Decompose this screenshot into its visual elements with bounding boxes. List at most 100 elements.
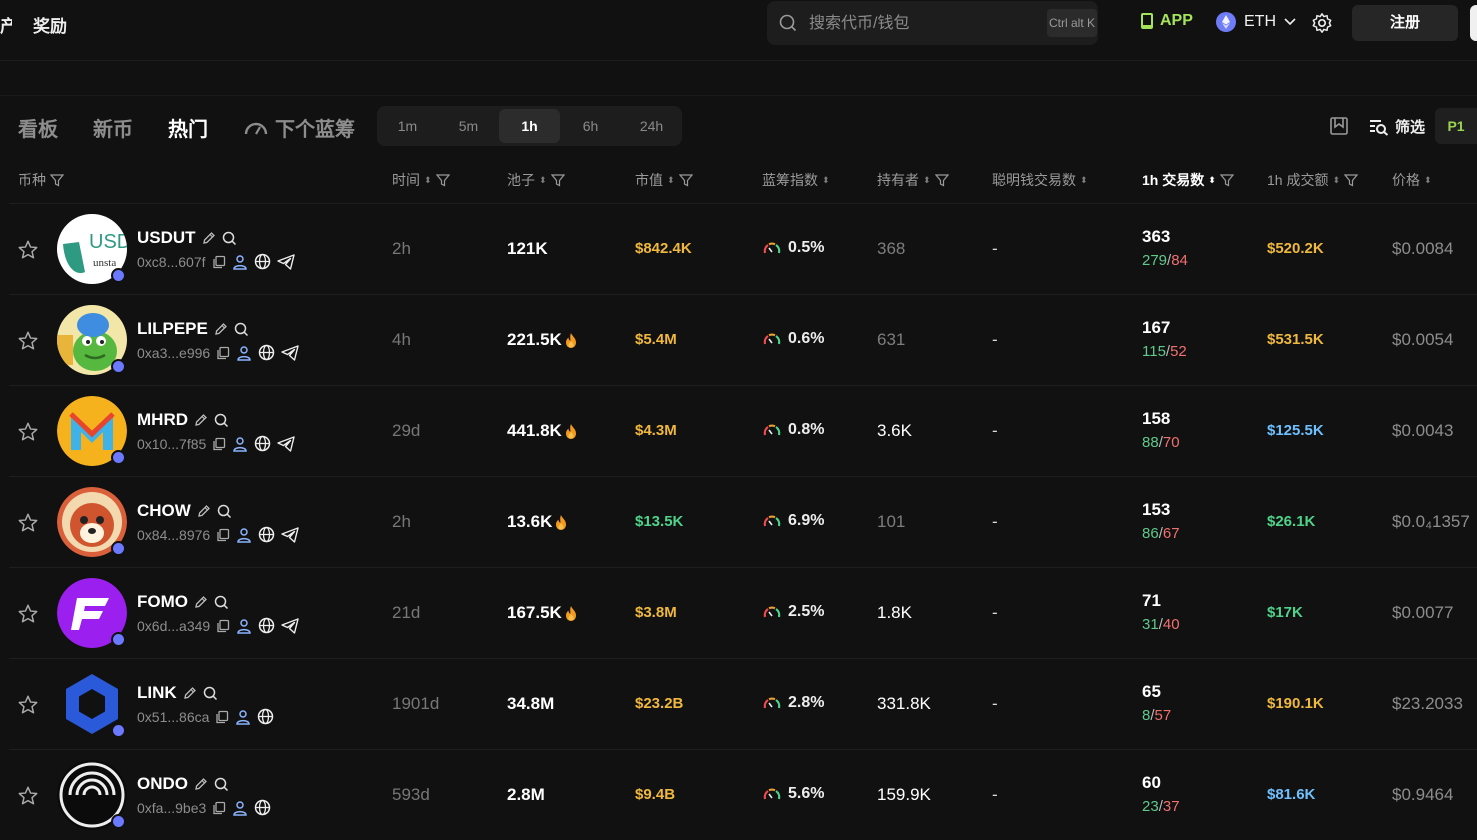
table-row[interactable]: USD unsta USDUT 0xc8...607f 2h 121K $842.… [9, 203, 1477, 294]
table-row[interactable]: MHRD 0x10...7f85 29d 441.8K $4.3M 0.8% 3… [9, 385, 1477, 476]
token-symbol[interactable]: LINK [137, 683, 177, 703]
tab-dashboard[interactable]: 看板 [18, 113, 58, 142]
sort-icon[interactable]: ⬍ [923, 175, 931, 185]
token-symbol[interactable]: ONDO [137, 774, 188, 794]
search-icon[interactable] [214, 777, 229, 792]
table-row[interactable]: CHOW 0x84...8976 2h 13.6K $13.5K 6.9% 10… [9, 476, 1477, 567]
copy-icon[interactable] [215, 710, 229, 724]
copy-icon[interactable] [216, 528, 230, 542]
token-symbol-group[interactable]: ONDO [137, 774, 229, 794]
user-icon[interactable] [235, 709, 251, 725]
user-icon[interactable] [236, 618, 252, 634]
filter-button[interactable]: 筛选 [1369, 116, 1425, 137]
copy-icon[interactable] [212, 437, 226, 451]
sort-icon[interactable]: ⬍ [667, 175, 675, 185]
token-address[interactable]: 0x6d...a349 [137, 618, 210, 634]
timeframe-6h[interactable]: 6h [560, 109, 621, 143]
token-symbol[interactable]: CHOW [137, 501, 191, 521]
star-icon[interactable] [17, 330, 39, 352]
nav-item-cut[interactable]: 产 [0, 12, 12, 37]
app-download-link[interactable]: APP [1140, 12, 1193, 30]
globe-icon[interactable] [254, 799, 271, 816]
search-input[interactable] [807, 11, 1031, 37]
user-icon[interactable] [236, 345, 252, 361]
column-price[interactable]: 价格 ⬍ [1392, 170, 1432, 190]
signup-button[interactable]: 注册 [1352, 5, 1458, 41]
token-symbol-group[interactable]: USDUT [137, 228, 237, 248]
user-icon[interactable] [232, 254, 248, 270]
column-bluechip-index[interactable]: 蓝筹指数 ⬍ [762, 170, 830, 190]
tab-trending[interactable]: 热门 [168, 113, 208, 142]
token-symbol[interactable]: USDUT [137, 228, 196, 248]
column-holders[interactable]: 持有者 ⬍ [877, 170, 949, 190]
token-symbol-group[interactable]: CHOW [137, 501, 232, 521]
sort-icon[interactable]: ⬍ [539, 175, 547, 185]
star-icon[interactable] [17, 694, 39, 716]
nav-item-rewards[interactable]: 奖励 [33, 12, 67, 37]
funnel-icon[interactable] [678, 173, 693, 187]
copy-icon[interactable] [212, 801, 226, 815]
funnel-icon[interactable] [550, 173, 565, 187]
token-address[interactable]: 0xc8...607f [137, 254, 206, 270]
token-symbol[interactable]: FOMO [137, 592, 188, 612]
globe-icon[interactable] [258, 344, 275, 361]
copy-icon[interactable] [216, 346, 230, 360]
token-address[interactable]: 0xfa...9be3 [137, 800, 206, 816]
globe-icon[interactable] [254, 253, 271, 270]
column-smart-money[interactable]: 聪明钱交易数 ⬍ [992, 170, 1088, 190]
funnel-icon[interactable] [435, 173, 450, 187]
edit-icon[interactable] [194, 413, 208, 427]
chain-selector[interactable]: ETH [1216, 12, 1296, 32]
preset-p1-button[interactable]: P1 [1435, 108, 1477, 144]
funnel-icon[interactable] [1344, 173, 1359, 187]
star-icon[interactable] [17, 421, 39, 443]
login-button-edge[interactable] [1470, 5, 1477, 41]
search-icon[interactable] [214, 413, 229, 428]
column-time[interactable]: 时间 ⬍ [392, 170, 450, 190]
edit-icon[interactable] [214, 322, 228, 336]
funnel-icon[interactable] [1219, 173, 1234, 187]
tab-next-bluechip[interactable]: 下个蓝筹 [243, 113, 355, 142]
column-volume[interactable]: 1h 成交额 ⬍ [1267, 170, 1359, 190]
star-icon[interactable] [17, 512, 39, 534]
column-tx-count[interactable]: 1h 交易数 ⬍ [1142, 170, 1234, 190]
telegram-icon[interactable] [281, 526, 299, 543]
token-symbol-group[interactable]: FOMO [137, 592, 229, 612]
bookmark-icon[interactable] [1329, 116, 1349, 136]
sort-icon[interactable]: ⬍ [1332, 175, 1340, 185]
tab-new-coins[interactable]: 新币 [93, 113, 133, 142]
column-coin[interactable]: 币种 [18, 170, 64, 190]
user-icon[interactable] [232, 800, 248, 816]
token-symbol-group[interactable]: LINK [137, 683, 218, 703]
token-symbol[interactable]: MHRD [137, 410, 188, 430]
user-icon[interactable] [236, 527, 252, 543]
telegram-icon[interactable] [281, 617, 299, 634]
sort-icon[interactable]: ⬍ [1424, 175, 1432, 185]
table-row[interactable]: LILPEPE 0xa3...e996 4h 221.5K $5.4M 0.6% [9, 294, 1477, 385]
edit-icon[interactable] [194, 777, 208, 791]
globe-icon[interactable] [257, 708, 274, 725]
token-address[interactable]: 0xa3...e996 [137, 345, 210, 361]
edit-icon[interactable] [183, 686, 197, 700]
star-icon[interactable] [17, 603, 39, 625]
funnel-icon[interactable] [50, 173, 64, 187]
search-icon[interactable] [203, 686, 218, 701]
timeframe-1h[interactable]: 1h [499, 109, 560, 143]
token-address[interactable]: 0x51...86ca [137, 709, 209, 725]
copy-icon[interactable] [212, 255, 226, 269]
table-row[interactable]: LINK 0x51...86ca 1901d 34.8M $23.2B 2.8% [9, 658, 1477, 749]
token-symbol-group[interactable]: MHRD [137, 410, 229, 430]
search-icon[interactable] [222, 231, 237, 246]
sort-icon[interactable]: ⬍ [1208, 175, 1216, 185]
timeframe-1m[interactable]: 1m [377, 109, 438, 143]
search-icon[interactable] [214, 595, 229, 610]
token-address[interactable]: 0x10...7f85 [137, 436, 206, 452]
gear-icon[interactable] [1311, 12, 1333, 34]
edit-icon[interactable] [197, 504, 211, 518]
copy-icon[interactable] [216, 619, 230, 633]
search-icon[interactable] [234, 322, 249, 337]
search-icon[interactable] [217, 504, 232, 519]
globe-icon[interactable] [254, 435, 271, 452]
edit-icon[interactable] [202, 231, 216, 245]
telegram-icon[interactable] [276, 253, 295, 270]
